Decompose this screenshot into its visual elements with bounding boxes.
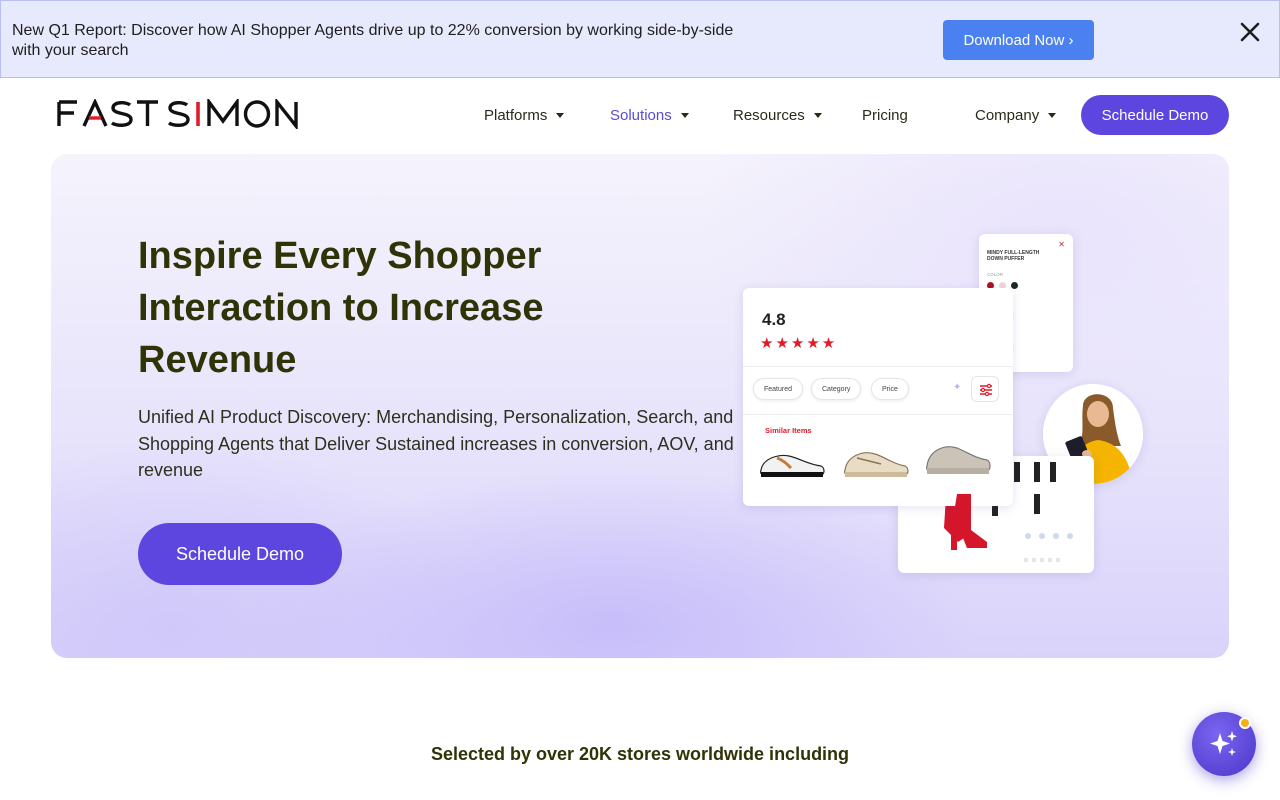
filter-chip-price: Price [871, 378, 909, 400]
hero-subtitle: Unified AI Product Discovery: Merchandis… [138, 407, 734, 480]
nav-platforms-label: Platforms [484, 106, 548, 124]
social-proof-tagline: Selected by over 20K stores worldwide in… [430, 744, 850, 764]
divider [743, 366, 1013, 367]
rating-value: 4.8 [762, 310, 786, 329]
caret-down-icon [556, 112, 565, 118]
sparkles-icon [1210, 731, 1237, 756]
nav-pricing[interactable]: Pricing [862, 104, 908, 126]
color-swatch [1011, 282, 1018, 289]
hero-section: Inspire Every Shopper Interaction to Inc… [51, 154, 1229, 658]
banner-text: New Q1 Report: Discover how AI Shopper A… [12, 22, 734, 59]
divider [743, 414, 1013, 415]
color-label: COLOR [987, 272, 1004, 277]
nav-resources-label: Resources [733, 106, 805, 124]
nav-solutions-label: Solutions [610, 106, 672, 124]
nav-company-label: Company [975, 106, 1040, 124]
close-icon[interactable] [1238, 20, 1262, 44]
nav-pricing-label: Pricing [862, 106, 908, 124]
search-results-card: 4.8 ★★★★★ Featured Category Price ✦ Simi… [743, 288, 1013, 506]
product-detail-title: MINDY FULL-LENGTH DOWN PUFFER [987, 250, 1040, 262]
caret-down-icon [1048, 112, 1057, 118]
caret-down-icon [680, 112, 689, 118]
nav-company[interactable]: Company [975, 104, 1057, 126]
header-schedule-demo-button[interactable]: Schedule Demo [1081, 95, 1229, 135]
announcement-banner: New Q1 Report: Discover how AI Shopper A… [0, 0, 1280, 78]
filter-sliders-icon [971, 376, 999, 402]
caret-down-icon [813, 112, 822, 118]
close-icon: ✕ [1058, 240, 1065, 249]
rating-stars: ★★★★★ [760, 335, 838, 352]
nav-platforms[interactable]: Platforms [484, 104, 565, 126]
sparkle-icon: ✦ [953, 382, 962, 393]
fast-simon-logo[interactable] [57, 96, 300, 131]
similar-items-label: Similar Items [765, 426, 812, 435]
nav-resources[interactable]: Resources [733, 104, 822, 126]
logo-wordmark [57, 96, 298, 131]
sneaker-image [926, 446, 991, 474]
red-boot-image [951, 494, 987, 550]
filter-chip-featured: Featured [753, 378, 804, 400]
download-now-button[interactable]: Download Now › [943, 20, 1094, 60]
sneaker-image [760, 454, 825, 477]
sneaker-image [844, 452, 909, 477]
hero-title: Inspire Every Shopper Interaction to Inc… [138, 235, 544, 381]
filter-chip-category: Category [811, 378, 862, 400]
nav-solutions[interactable]: Solutions [610, 104, 689, 126]
hero-schedule-demo-button[interactable]: Schedule Demo [138, 523, 342, 585]
notification-dot [1239, 717, 1251, 729]
